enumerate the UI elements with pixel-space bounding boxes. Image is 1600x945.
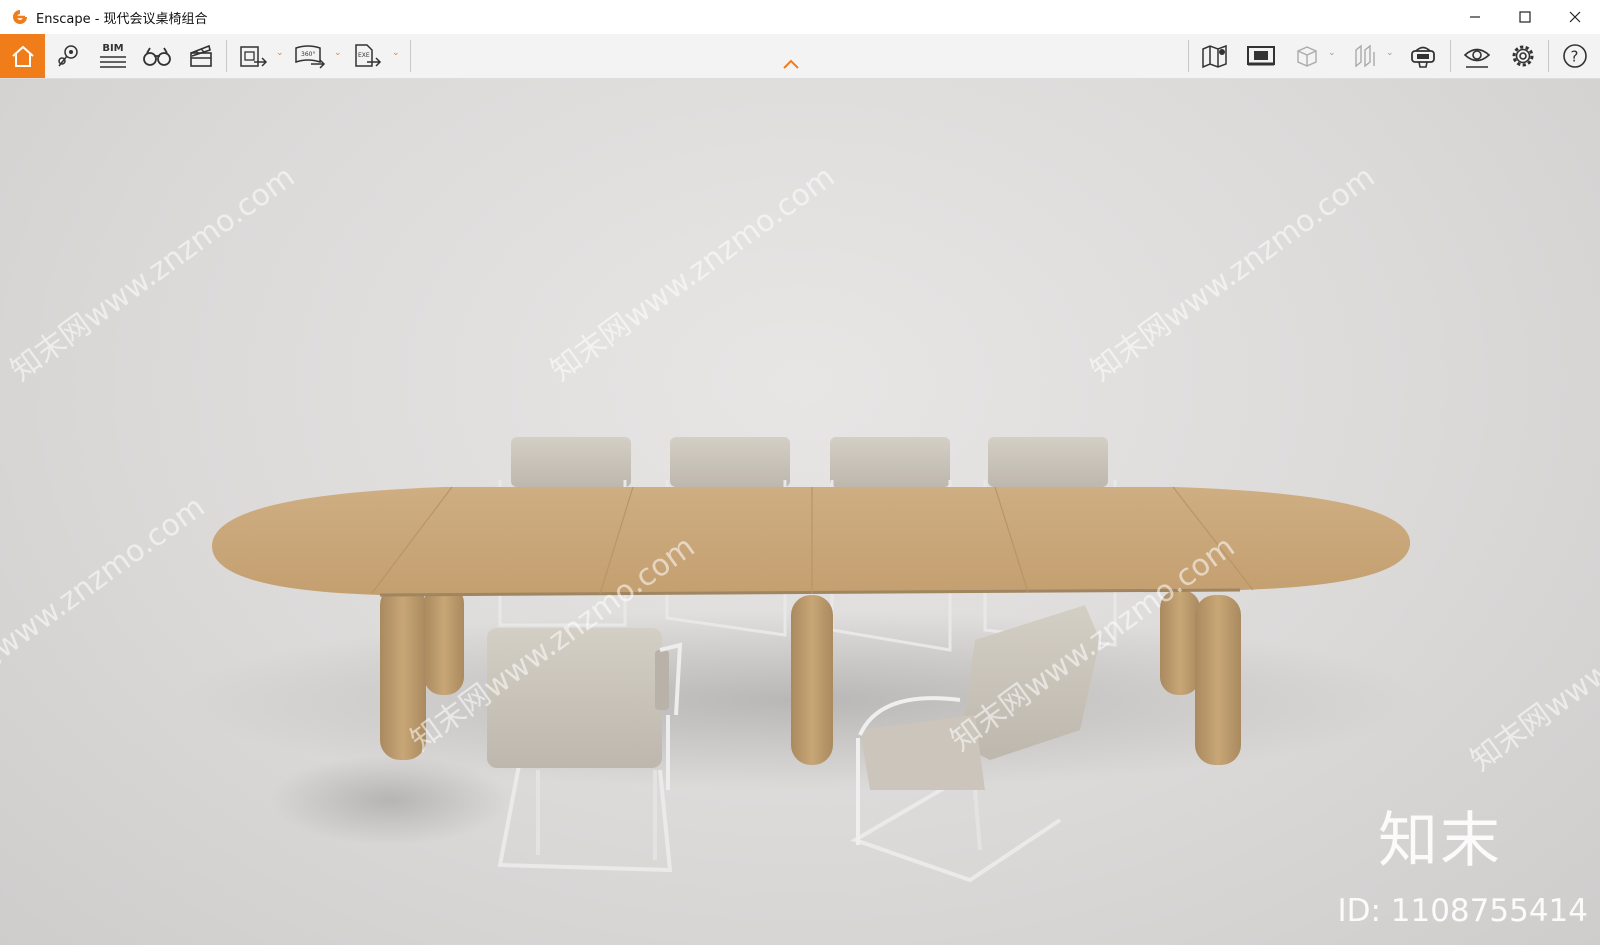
headset-icon xyxy=(1411,46,1435,68)
toolbar-divider xyxy=(1188,40,1189,72)
cube-icon xyxy=(1297,46,1317,67)
chevron-up-icon xyxy=(783,59,799,69)
bim-button[interactable]: BIM xyxy=(96,37,130,75)
export-exe-button[interactable]: EXE xyxy=(350,37,384,75)
map-button[interactable] xyxy=(1198,37,1232,75)
panorama-label: 360° xyxy=(301,51,315,58)
map-icon xyxy=(1202,44,1227,69)
walk-mode-button[interactable] xyxy=(140,37,174,75)
help-icon: ? xyxy=(1563,44,1587,68)
chevron-down-icon[interactable]: ⌄ xyxy=(334,48,342,58)
collapse-toolbar-button[interactable] xyxy=(776,54,806,74)
vr-button[interactable] xyxy=(1348,37,1382,75)
toolbar-divider xyxy=(1548,40,1549,72)
headset-button[interactable] xyxy=(1406,37,1440,75)
gear-icon xyxy=(1512,45,1534,67)
export-screenshot-icon xyxy=(240,46,268,67)
binoculars-icon xyxy=(143,47,171,66)
export-screenshot-button[interactable] xyxy=(236,37,270,75)
render-viewport[interactable]: 知末网www.znzmo.com 知末网www.znzmo.com 知末网www… xyxy=(0,79,1600,945)
settings-button[interactable] xyxy=(1506,37,1540,75)
video-editor-button[interactable] xyxy=(184,37,218,75)
toolbar: BIM ⌄ 360° ⌄ EXE ⌄ ⌄ ⌄ ? xyxy=(0,34,1600,79)
close-button[interactable] xyxy=(1550,0,1600,34)
chevron-down-icon[interactable]: ⌄ xyxy=(276,48,284,58)
pin-icon xyxy=(58,45,78,67)
maximize-icon xyxy=(1519,11,1531,23)
clapperboard-icon xyxy=(190,44,212,67)
export-panorama-button[interactable]: 360° xyxy=(292,37,328,75)
export-panorama-icon: 360° xyxy=(295,45,326,69)
enscape-window: Enscape - 现代会议桌椅组合 BIM ⌄ 360° ⌄ EXE ⌄ ⌄ … xyxy=(0,0,1600,945)
monitor-icon xyxy=(1247,46,1275,66)
chevron-down-icon[interactable]: ⌄ xyxy=(392,48,400,58)
asset-library-button[interactable] xyxy=(1290,37,1324,75)
minimize-button[interactable] xyxy=(1450,0,1500,34)
exe-label: EXE xyxy=(358,52,370,59)
vr-icon xyxy=(1355,44,1375,68)
table-leg xyxy=(791,595,833,765)
chair-shadow xyxy=(270,755,510,845)
export-exe-icon: EXE xyxy=(355,44,382,67)
eye-icon xyxy=(1463,48,1491,68)
window-controls xyxy=(1450,0,1600,34)
svg-text:?: ? xyxy=(1571,48,1579,66)
home-button[interactable] xyxy=(0,34,45,78)
close-icon xyxy=(1569,11,1581,23)
maximize-button[interactable] xyxy=(1500,0,1550,34)
home-icon xyxy=(11,45,34,67)
model-id: ID: 1108755414 xyxy=(1337,893,1588,929)
table-leg xyxy=(424,585,464,695)
help-button[interactable]: ? xyxy=(1558,37,1592,75)
enscape-logo-icon xyxy=(13,10,27,24)
brand-mark: 知末 xyxy=(1378,806,1502,876)
chevron-down-icon[interactable]: ⌄ xyxy=(1386,48,1394,58)
minimize-icon xyxy=(1470,16,1480,18)
toolbar-divider xyxy=(226,40,227,72)
table-leg xyxy=(1195,595,1241,765)
window-title: Enscape - 现代会议桌椅组合 xyxy=(36,11,208,27)
chevron-down-icon[interactable]: ⌄ xyxy=(1328,48,1336,58)
monitor-button[interactable] xyxy=(1244,37,1278,75)
table-top xyxy=(211,487,1411,595)
views-button[interactable] xyxy=(52,37,84,75)
toolbar-divider xyxy=(1450,40,1451,72)
bim-icon xyxy=(100,55,126,68)
title-bar: Enscape - 现代会议桌椅组合 xyxy=(0,0,1600,34)
visual-settings-button[interactable] xyxy=(1460,37,1494,75)
toolbar-divider xyxy=(410,40,411,72)
bim-label: BIM xyxy=(102,42,124,54)
